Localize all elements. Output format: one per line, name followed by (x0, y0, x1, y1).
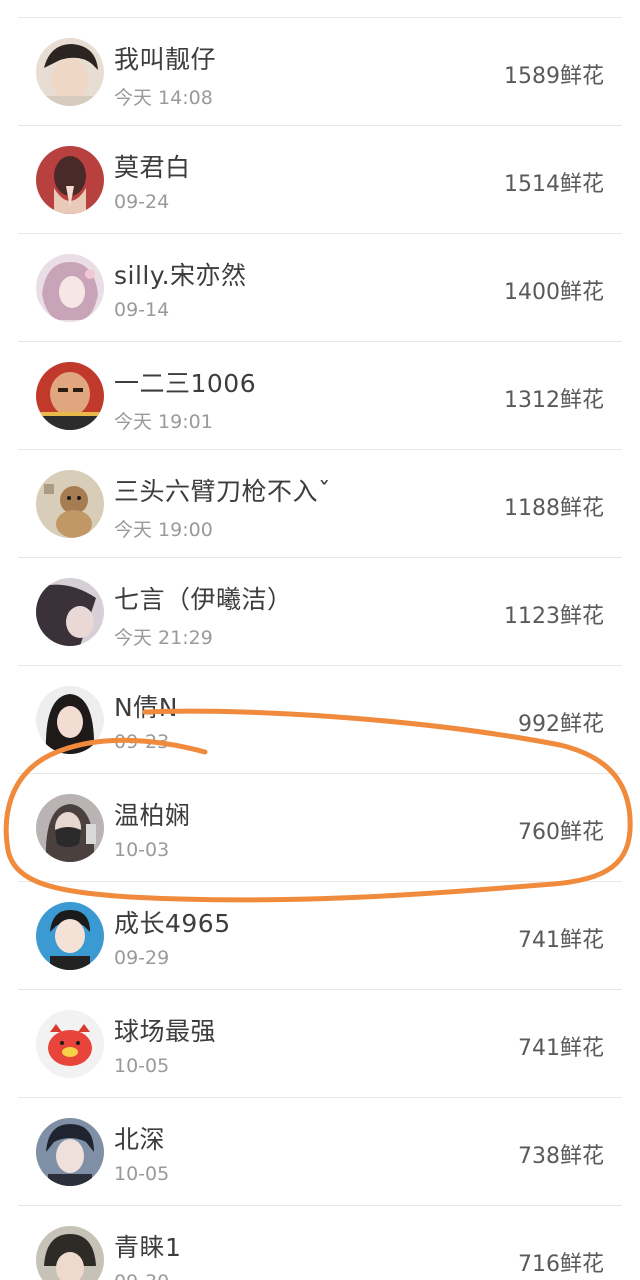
list-item[interactable]: 一二三1006 今天 19:01 1312鲜花 (0, 342, 640, 450)
avatar-photo-man-icon (36, 362, 104, 430)
flower-count: 1400鲜花 (504, 280, 604, 305)
avatar[interactable] (36, 1010, 104, 1078)
list-item[interactable]: 球场最强 10-05 741鲜花 (0, 990, 640, 1098)
list-item[interactable]: 三头六臂刀枪不入ˇ 今天 19:00 1188鲜花 (0, 450, 640, 558)
timestamp: 09-24 (114, 191, 170, 213)
list-item[interactable]: 北深 10-05 738鲜花 (0, 1098, 640, 1206)
avatar[interactable] (36, 794, 104, 862)
list-item[interactable]: 成长4965 09-29 741鲜花 (0, 882, 640, 990)
avatar-photo-mask-icon (36, 794, 104, 862)
timestamp: 10-05 (114, 1055, 170, 1077)
timestamp: 10-03 (114, 839, 170, 861)
user-name: 温柏娴 (114, 801, 191, 830)
flower-count: 1188鲜花 (504, 496, 604, 521)
avatar[interactable] (36, 470, 104, 538)
user-name: silly.宋亦然 (114, 261, 247, 290)
user-name: 球场最强 (114, 1017, 217, 1046)
list-item[interactable]: 莫君白 09-24 1514鲜花 (0, 126, 640, 234)
avatar[interactable] (36, 362, 104, 430)
user-name: 北深 (114, 1125, 166, 1154)
timestamp: 今天 14:08 (114, 87, 213, 109)
avatar-cartoon-boy-icon (36, 902, 104, 970)
list-item[interactable]: N倩N 09-23 992鲜花 (0, 666, 640, 774)
user-name: 莫君白 (114, 153, 191, 182)
list-item[interactable]: 青睐1 09-30 716鲜花 (0, 1206, 640, 1280)
timestamp: 09-23 (114, 731, 170, 753)
flower-count: 716鲜花 (518, 1252, 604, 1277)
timestamp: 09-29 (114, 947, 170, 969)
flower-count: 741鲜花 (518, 1036, 604, 1061)
flower-count: 1514鲜花 (504, 172, 604, 197)
timestamp: 今天 19:01 (114, 411, 213, 433)
avatar-photo-boy-icon (36, 38, 104, 106)
avatar[interactable] (36, 254, 104, 322)
flower-count: 1589鲜花 (504, 64, 604, 89)
avatar-red-pig-icon (36, 1010, 104, 1078)
timestamp: 今天 21:29 (114, 627, 213, 649)
avatar[interactable] (36, 146, 104, 214)
avatar-anime-boy-icon (36, 1118, 104, 1186)
user-name: 青睐1 (114, 1233, 182, 1262)
timestamp: 10-05 (114, 1163, 170, 1185)
avatar-photo-red-icon (36, 146, 104, 214)
avatar-photo-dog-icon (36, 470, 104, 538)
avatar-photo-woman-icon (36, 686, 104, 754)
timestamp: 今天 19:00 (114, 519, 213, 541)
flower-count: 1123鲜花 (504, 604, 604, 629)
list-item[interactable]: silly.宋亦然 09-14 1400鲜花 (0, 234, 640, 342)
avatar-photo-partial-icon (36, 1226, 104, 1280)
avatar[interactable] (36, 38, 104, 106)
flower-count: 992鲜花 (518, 712, 604, 737)
avatar[interactable] (36, 1118, 104, 1186)
avatar-photo-hair-icon (36, 578, 104, 646)
flower-count: 738鲜花 (518, 1144, 604, 1169)
user-name: 三头六臂刀枪不入ˇ (114, 477, 332, 506)
avatar-illustration-girl-icon (36, 254, 104, 322)
flower-count: 760鲜花 (518, 820, 604, 845)
list-item[interactable]: 七言（伊曦洁） 今天 21:29 1123鲜花 (0, 558, 640, 666)
user-name: 我叫靓仔 (114, 45, 217, 74)
timestamp: 09-30 (114, 1271, 169, 1280)
list-item[interactable]: 温柏娴 10-03 760鲜花 (0, 774, 640, 882)
user-name: 成长4965 (114, 909, 231, 938)
user-name: 一二三1006 (114, 369, 257, 398)
list-item[interactable]: 我叫靓仔 今天 14:08 1589鲜花 (0, 18, 640, 126)
avatar[interactable] (36, 686, 104, 754)
user-name: 七言（伊曦洁） (114, 585, 293, 614)
avatar[interactable] (36, 578, 104, 646)
timestamp: 09-14 (114, 299, 170, 321)
flower-ranking-list: 我叫靓仔 今天 14:08 1589鲜花 莫君白 09-24 1514鲜花 si… (0, 0, 640, 1280)
avatar[interactable] (36, 1226, 104, 1280)
avatar[interactable] (36, 902, 104, 970)
user-name: N倩N (114, 693, 178, 722)
flower-count: 741鲜花 (518, 928, 604, 953)
flower-count: 1312鲜花 (504, 388, 604, 413)
